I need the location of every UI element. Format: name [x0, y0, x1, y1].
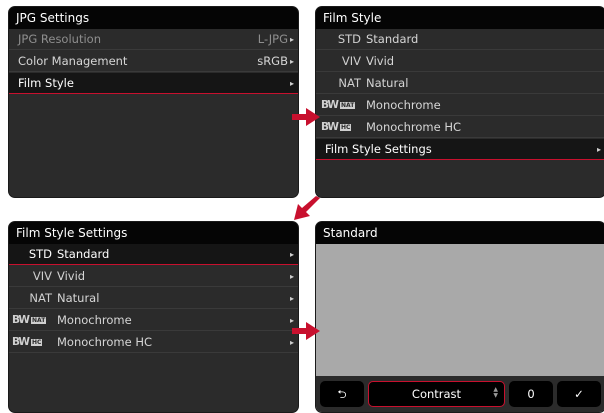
menu-item-label: JPG Resolution [18, 32, 101, 46]
style-name: Monochrome [366, 98, 441, 112]
film-style-item-standard[interactable]: STD Standard [316, 29, 604, 50]
chevron-right-icon: ▸ [289, 57, 294, 66]
contrast-label: Contrast [411, 387, 462, 401]
style-name: Monochrome HC [366, 120, 462, 134]
style-code: NAT [29, 291, 52, 305]
checkmark-icon: ✓ [574, 387, 584, 401]
style-name: Standard [366, 32, 419, 46]
film-style-screen: Film Style STD Standard VIV Vivid NAT Na… [315, 6, 604, 198]
contrast-selector[interactable]: Contrast ▲ ▼ [368, 381, 505, 407]
film-style-item-vivid[interactable]: VIV Vivid [316, 51, 604, 72]
screen-title: Standard [316, 222, 604, 244]
film-style-item-natural[interactable]: NAT Natural [316, 73, 604, 94]
chevron-right-icon: ▸ [289, 294, 294, 303]
style-name: Monochrome [57, 313, 132, 327]
bw-nat-icon: BW NAT [12, 314, 47, 326]
style-code: STD [28, 247, 52, 261]
settings-item-standard[interactable]: STD Standard ▸ [9, 244, 298, 265]
arrow-right-icon [292, 322, 320, 340]
bw-hc-icon: BW HC [321, 121, 352, 133]
confirm-button[interactable]: ✓ [557, 381, 601, 407]
style-code: NAT [338, 76, 361, 90]
menu-item-film-style-settings[interactable]: Film Style Settings ▸ [316, 139, 604, 160]
menu-item-jpg-resolution[interactable]: JPG Resolution L-JPG ▸ [9, 29, 298, 50]
menu-item-value: sRGB [257, 54, 288, 68]
back-arrow-icon: ⮌ [337, 387, 347, 401]
style-name: Vivid [366, 54, 395, 68]
settings-item-natural[interactable]: NAT Natural ▸ [9, 288, 298, 309]
screen-title: Film Style Settings [9, 222, 298, 244]
menu-item-label: Film Style Settings [325, 142, 432, 156]
style-code: STD [337, 32, 361, 46]
bw-nat-icon: BW NAT [321, 99, 356, 111]
arrow-right-icon [292, 108, 320, 126]
chevron-right-icon: ▸ [596, 145, 601, 154]
style-code: VIV [341, 54, 361, 68]
standard-style-screen: Standard ⮌ Contrast ▲ ▼ 0 ✓ [315, 221, 604, 413]
jpg-settings-screen: JPG Settings JPG Resolution L-JPG ▸ Colo… [8, 6, 299, 198]
menu-item-value: L-JPG [257, 32, 288, 46]
menu-item-film-style[interactable]: Film Style ▸ [9, 73, 298, 94]
contrast-value[interactable]: 0 [509, 381, 553, 407]
chevron-right-icon: ▸ [289, 79, 294, 88]
arrow-down-left-icon [294, 196, 320, 220]
settings-item-vivid[interactable]: VIV Vivid ▸ [9, 266, 298, 287]
screen-title: Film Style [316, 7, 604, 29]
bw-hc-icon: BW HC [12, 336, 43, 348]
chevron-right-icon: ▸ [289, 250, 294, 259]
up-down-stepper-icon: ▲ ▼ [493, 386, 498, 399]
menu-item-label: Color Management [18, 54, 128, 68]
film-style-item-monochrome[interactable]: BW NAT Monochrome [316, 95, 604, 116]
menu-item-label: Film Style [18, 76, 74, 90]
film-style-settings-screen: Film Style Settings STD Standard ▸ VIV V… [8, 221, 299, 413]
style-name: Vivid [57, 269, 86, 283]
screen-title: JPG Settings [9, 7, 298, 29]
style-name: Monochrome HC [57, 335, 153, 349]
style-code: VIV [32, 269, 52, 283]
settings-item-monochrome[interactable]: BW NAT Monochrome ▸ [9, 310, 298, 331]
style-name: Standard [57, 247, 110, 261]
chevron-right-icon: ▸ [289, 272, 294, 281]
film-style-item-monochrome-hc[interactable]: BW HC Monochrome HC [316, 117, 604, 138]
settings-item-monochrome-hc[interactable]: BW HC Monochrome HC ▸ [9, 332, 298, 353]
menu-item-color-management[interactable]: Color Management sRGB ▸ [9, 51, 298, 72]
bottom-control-bar: ⮌ Contrast ▲ ▼ 0 ✓ [316, 376, 604, 412]
style-name: Natural [57, 291, 100, 305]
back-button[interactable]: ⮌ [320, 381, 364, 407]
chevron-right-icon: ▸ [289, 35, 294, 44]
style-name: Natural [366, 76, 409, 90]
